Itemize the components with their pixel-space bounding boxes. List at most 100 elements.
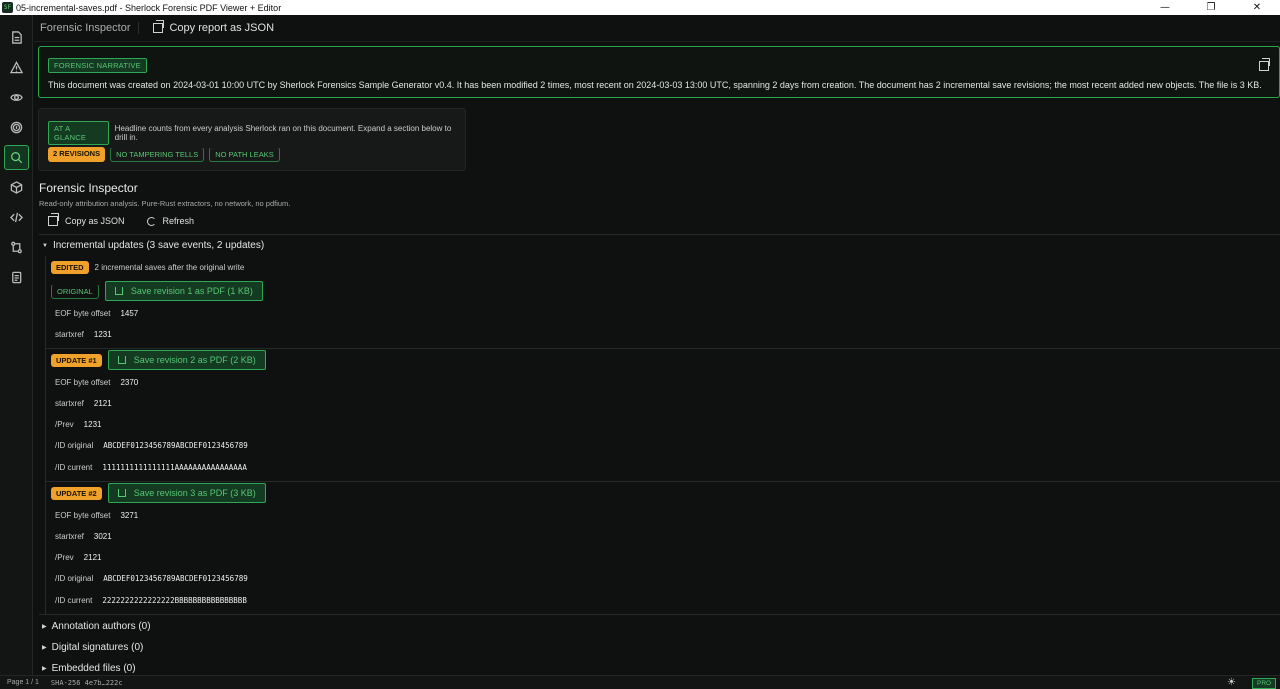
kv-label: EOF byte offset bbox=[55, 309, 111, 318]
caret-down-icon: ▼ bbox=[42, 242, 48, 249]
edited-badge: EDITED bbox=[51, 261, 89, 274]
at-a-glance-card: AT A GLANCE Headline counts from every a… bbox=[38, 108, 466, 171]
kv-value: 2222222222222222BBBBBBBBBBBBBBBB bbox=[102, 596, 247, 605]
revision-3-header: UPDATE #2 Save revision 3 as PDF (3 KB) bbox=[51, 483, 266, 503]
theme-toggle-icon[interactable]: ☀ bbox=[1227, 677, 1236, 688]
kv-value: ABCDEF0123456789ABCDEF0123456789 bbox=[103, 574, 248, 583]
kv-value: 2121 bbox=[93, 399, 112, 408]
copy-json-button[interactable]: Copy as JSON bbox=[48, 213, 125, 226]
save-revision-1-button[interactable]: Save revision 1 as PDF (1 KB) bbox=[104, 281, 263, 301]
sidebar-item-fingerprint[interactable] bbox=[4, 115, 29, 140]
kv-label: /ID original bbox=[55, 574, 94, 583]
search-icon bbox=[11, 152, 23, 164]
export-icon bbox=[114, 287, 123, 295]
kv-value: 1111111111111111AAAAAAAAAAAAAAAA bbox=[102, 463, 247, 472]
kv-value: 1457 bbox=[120, 309, 139, 318]
warning-icon bbox=[10, 61, 23, 74]
minimize-button[interactable]: — bbox=[1142, 0, 1188, 15]
page-subtitle: Read-only attribution analysis. Pure-Rus… bbox=[39, 199, 291, 208]
export-icon bbox=[117, 356, 126, 364]
revision-tag: UPDATE #1 bbox=[51, 353, 102, 367]
kv-label: /ID original bbox=[55, 441, 94, 450]
status-bar: Page 1 / 1 SHA-256 4e7b…222c ☀ PRO bbox=[0, 675, 1280, 689]
save-revision-3-button[interactable]: Save revision 3 as PDF (3 KB) bbox=[107, 483, 266, 503]
code-icon bbox=[10, 212, 23, 223]
window-titlebar: SF 05-incremental-saves.pdf - Sherlock F… bbox=[0, 0, 1280, 15]
kv-label: /ID current bbox=[55, 596, 93, 605]
caret-right-icon: ▶ bbox=[42, 645, 47, 651]
startxref-row: startxref 2121 bbox=[55, 399, 112, 408]
sidebar-item-document[interactable] bbox=[4, 25, 29, 50]
kv-value: 1231 bbox=[83, 420, 102, 429]
path-leaks-chip[interactable]: NO PATH LEAKS bbox=[209, 147, 280, 162]
tampering-chip[interactable]: NO TAMPERING TELLS bbox=[110, 147, 205, 162]
id-original-row: /ID original ABCDEF0123456789ABCDEF01234… bbox=[55, 574, 248, 583]
kv-label: EOF byte offset bbox=[55, 511, 111, 520]
window-title: 05-incremental-saves.pdf - Sherlock Fore… bbox=[16, 2, 282, 13]
sha-hash: SHA-256 4e7b…222c bbox=[50, 678, 123, 687]
revision-1-header: ORIGINAL Save revision 1 as PDF (1 KB) bbox=[51, 281, 263, 301]
sidebar-item-view[interactable] bbox=[4, 85, 29, 110]
cube-icon bbox=[10, 181, 23, 194]
save-revision-2-button[interactable]: Save revision 2 as PDF (2 KB) bbox=[107, 350, 266, 370]
revision-separator bbox=[46, 481, 1280, 482]
copy-icon bbox=[153, 20, 165, 33]
refresh-button[interactable]: Refresh bbox=[146, 216, 194, 226]
eof-offset-row: EOF byte offset 2370 bbox=[55, 378, 138, 387]
sidebar-item-inspector[interactable] bbox=[4, 145, 29, 170]
copy-narrative-icon[interactable] bbox=[1259, 58, 1270, 71]
incremental-updates-header[interactable]: ▼ Incremental updates (3 save events, 2 … bbox=[42, 240, 264, 251]
embedded-files-title: Embedded files (0) bbox=[51, 663, 136, 674]
revision-2-header: UPDATE #1 Save revision 2 as PDF (2 KB) bbox=[51, 350, 266, 370]
id-current-row: /ID current 1111111111111111AAAAAAAAAAAA… bbox=[55, 463, 247, 472]
app-logo-icon: SF bbox=[2, 2, 13, 13]
annotation-authors-title: Annotation authors (0) bbox=[51, 621, 151, 632]
page-indicator: Page 1 / 1 bbox=[7, 679, 39, 686]
refresh-icon bbox=[146, 216, 156, 226]
eye-icon bbox=[10, 94, 23, 101]
save-revision-label: Save revision 2 as PDF (2 KB) bbox=[133, 355, 256, 365]
kv-label: startxref bbox=[55, 399, 84, 408]
maximize-button[interactable]: ❐ bbox=[1188, 0, 1234, 15]
eof-offset-row: EOF byte offset 1457 bbox=[55, 309, 138, 318]
compare-icon bbox=[11, 241, 22, 254]
digital-signatures-header[interactable]: ▶ Digital signatures (0) bbox=[42, 642, 143, 653]
save-revision-label: Save revision 3 as PDF (3 KB) bbox=[133, 488, 256, 498]
kv-value: 1231 bbox=[93, 330, 112, 339]
window-controls: — ❐ ✕ bbox=[1142, 0, 1280, 15]
sidebar bbox=[0, 15, 33, 675]
embedded-files-header[interactable]: ▶ Embedded files (0) bbox=[42, 663, 136, 674]
kv-label: startxref bbox=[55, 532, 84, 541]
id-current-row: /ID current 2222222222222222BBBBBBBBBBBB… bbox=[55, 596, 247, 605]
sidebar-item-pages[interactable] bbox=[4, 265, 29, 290]
incremental-updates-body: EDITED 2 incremental saves after the ori… bbox=[45, 256, 1280, 614]
caret-right-icon: ▶ bbox=[42, 666, 47, 672]
copy-icon bbox=[48, 213, 59, 226]
glance-badge: AT A GLANCE bbox=[48, 121, 109, 145]
sidebar-item-warnings[interactable] bbox=[4, 55, 29, 80]
divider bbox=[39, 614, 1280, 615]
save-revision-label: Save revision 1 as PDF (1 KB) bbox=[130, 286, 253, 296]
pages-icon bbox=[12, 271, 22, 284]
sidebar-item-objects[interactable] bbox=[4, 175, 29, 200]
document-icon bbox=[12, 31, 22, 44]
id-original-row: /ID original ABCDEF0123456789ABCDEF01234… bbox=[55, 441, 248, 450]
startxref-row: startxref 3021 bbox=[55, 532, 112, 541]
revision-tag: UPDATE #2 bbox=[51, 486, 102, 500]
forensic-narrative-card: FORENSIC NARRATIVE This document was cre… bbox=[38, 46, 1280, 98]
kv-label: /ID current bbox=[55, 463, 93, 472]
copy-report-button[interactable]: Copy report as JSON bbox=[153, 20, 274, 34]
sidebar-item-compare[interactable] bbox=[4, 235, 29, 260]
close-button[interactable]: ✕ bbox=[1234, 0, 1280, 15]
sidebar-item-source[interactable] bbox=[4, 205, 29, 230]
tab-forensic-inspector[interactable]: Forensic Inspector bbox=[40, 22, 140, 34]
revisions-chip[interactable]: 2 REVISIONS bbox=[48, 147, 106, 162]
panel-toolbar: Forensic Inspector Copy report as JSON bbox=[34, 15, 1280, 42]
export-icon bbox=[117, 489, 126, 497]
prev-row: /Prev 1231 bbox=[55, 420, 101, 429]
annotation-authors-header[interactable]: ▶ Annotation authors (0) bbox=[42, 621, 151, 632]
kv-label: EOF byte offset bbox=[55, 378, 111, 387]
kv-value: 3021 bbox=[93, 532, 112, 541]
copy-json-label: Copy as JSON bbox=[65, 216, 125, 226]
inspector-actions: Copy as JSON Refresh bbox=[48, 213, 194, 226]
